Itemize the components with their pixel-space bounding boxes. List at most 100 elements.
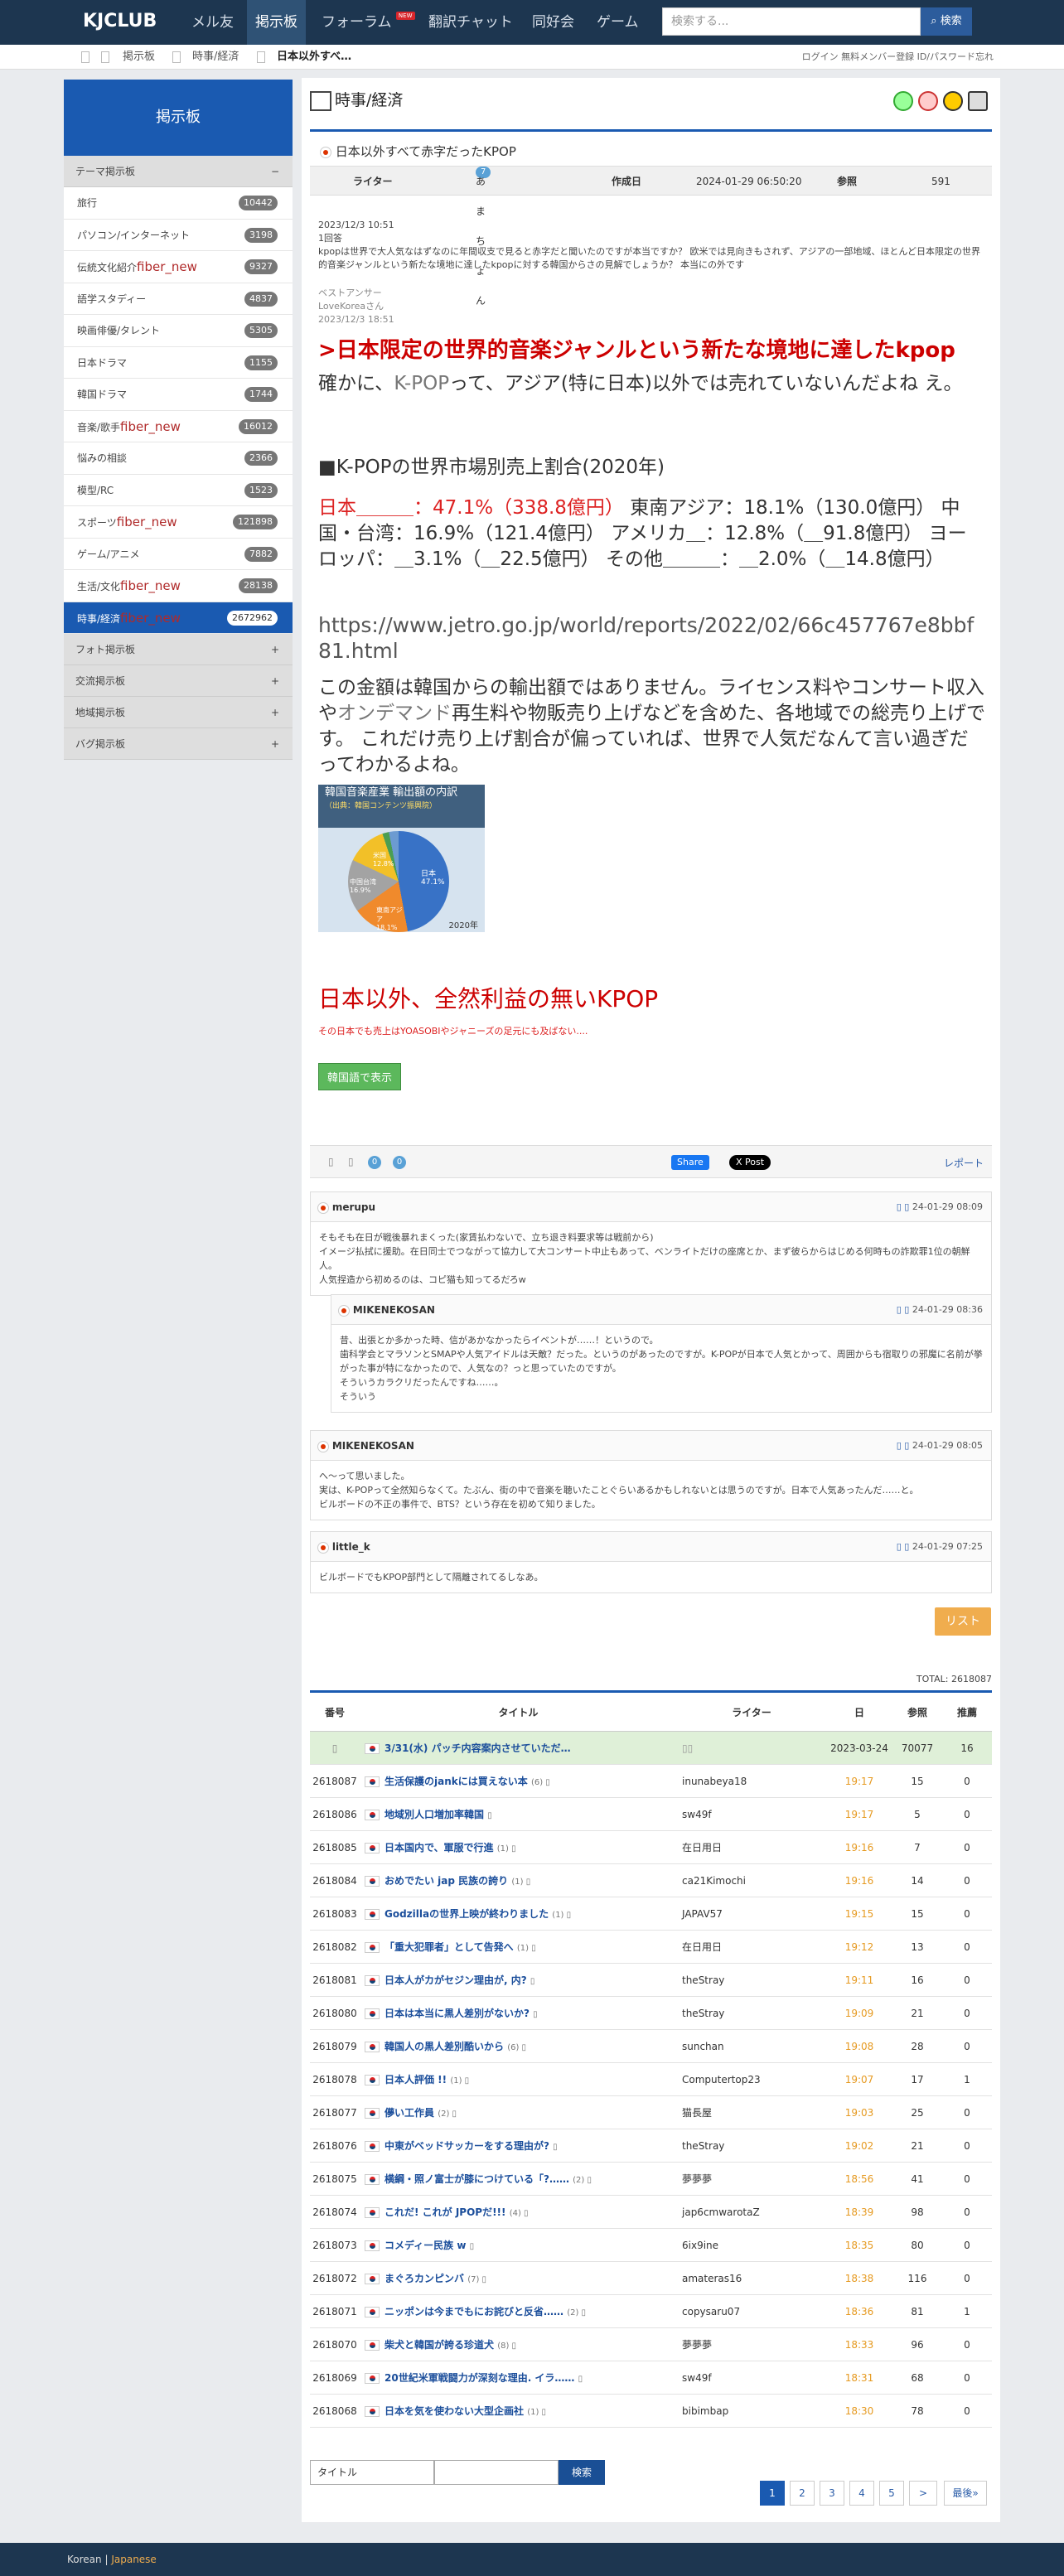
row-title[interactable]: ニッポンは今までもにお詫びと反省…… (2) ▯ [384,2294,677,2328]
nav-game[interactable]: ゲーム [588,0,647,45]
sidebar-group[interactable]: 交流掲示板 + [64,665,293,697]
page-link[interactable]: 2 [790,2481,815,2506]
row-writer[interactable]: sw49f [677,1797,826,1831]
sidebar-item[interactable]: スポーツfiber_new 121898 [64,506,293,539]
like-icon[interactable]: ▯ [328,1156,334,1167]
table-row[interactable]: 2618071 ニッポンは今までもにお詫びと反省…… (2) ▯ copysaru0… [310,2294,992,2328]
row-title[interactable]: まぐろカンピンバ (7) ▯ [384,2261,677,2295]
sidebar-item[interactable]: 映画俳優/タレント 5305 [64,315,293,347]
sidebar-group[interactable]: バグ掲示板 + [64,728,293,760]
breadcrumb-board[interactable]: 掲示板 [123,45,155,70]
row-writer[interactable]: 夢夢夢 [677,2327,826,2361]
row-writer[interactable]: copysaru07 [677,2294,826,2328]
search-input[interactable]: 検索する... [662,7,921,36]
row-writer[interactable]: 在日用日 [677,1830,826,1864]
search-type-select[interactable]: タイトル [310,2460,434,2485]
list-button[interactable]: リスト [935,1607,991,1636]
row-writer[interactable]: bibimbap [677,2394,826,2428]
nav-board[interactable]: 掲示板 [247,0,306,45]
page-link[interactable]: 5 [879,2481,904,2506]
sidebar-group[interactable]: フォト掲示板 + [64,634,293,665]
comment-action-icons[interactable]: ▯ ▯ [897,1304,912,1315]
sidebar-group-theme[interactable]: テーマ掲示板 − [64,156,293,187]
row-title[interactable]: 横綱・照ノ富士が膝につけている「?…… (2) ▯ [384,2162,677,2196]
table-row[interactable]: 2618070 柴犬と韓国が誇る珍道犬 (8) ▯ 夢夢夢 18:33 96 0 [310,2327,992,2361]
table-row[interactable]: 2618078 日本人評価 !! (1) ▯ Computertop23 19:07 1… [310,2062,992,2096]
sidebar-item[interactable]: ゲーム/アニメ 7882 [64,538,293,570]
sidebar-item[interactable]: 模型/RC 1523 [64,474,293,506]
sidebar-item[interactable]: 韓国ドラマ 1744 [64,379,293,411]
row-title[interactable]: Godzillaの世界上映が終わりました (1) ▯ [384,1897,677,1931]
korean-view-button[interactable]: 韓国語で表示 [318,1063,402,1090]
table-row[interactable]: 2618073 コメディー民族 w ▯ 6ix9ine 18:35 80 0 [310,2228,992,2262]
row-title[interactable]: 日本を気を使わない大型企画社 (1) ▯ [384,2394,677,2428]
table-row[interactable]: 2618081 日本人がカがセジン理由が, 内? ▯ theStray 19:11 16… [310,1963,992,1997]
comment-action-icons[interactable]: ▯ ▯ [897,1201,912,1212]
lang-japanese[interactable]: Japanese [111,2554,157,2565]
row-writer[interactable]: 夢夢夢 [677,2162,826,2196]
table-row[interactable]: 2618086 地域別人口増加率韓国 ▯ sw49f 19:17 5 0 [310,1797,992,1831]
table-row[interactable]: ▯ 3/31(水) パッチ内容案内させていただ… ▯▯ 2023-03-24 70077… [310,1731,992,1765]
table-row[interactable]: 2618077 儚い工作員 (2) ▯ 猫長屋 19:03 25 0 [310,2095,992,2129]
sidebar-item[interactable]: 時事/経済fiber_new 2672962 [64,602,293,634]
row-title[interactable]: 「重大犯罪者」として告発へ (1) ▯ [384,1930,677,1964]
sidebar-item[interactable]: 音楽/歌手fiber_new 16012 [64,410,293,442]
table-row[interactable]: 2618076 中東がベッドサッカーをする理由が? ▯ theStray 19:02 2… [310,2129,992,2163]
row-writer[interactable]: JAPAV57 [677,1897,826,1931]
page-link[interactable]: 最後» [944,2481,987,2506]
row-writer[interactable]: sunchan [677,2029,826,2063]
row-writer[interactable]: amateras16 [677,2261,826,2295]
angry-icon[interactable] [918,91,938,111]
row-writer[interactable]: sw49f [677,2361,826,2395]
nav-translate-chat[interactable]: 翻訳チャット [420,0,521,45]
row-writer[interactable]: theStray [677,2129,826,2163]
sidebar-item[interactable]: 語学スタディー 4837 [64,283,293,315]
row-title[interactable]: 韓国人の黒人差別酷いから (6) ▯ [384,2029,677,2063]
row-title[interactable]: 日本は本当に黒人差別がないか? ▯ [384,1996,677,2030]
search-button[interactable]: ⌕ 検索 [921,7,972,36]
table-row[interactable]: 2618072 まぐろカンピンバ (7) ▯ amateras16 18:38 116 0 [310,2261,992,2295]
row-title[interactable]: これだ! これが JPOPだ!!! (4) ▯ [384,2195,677,2229]
row-writer[interactable]: Computertop23 [677,2062,826,2096]
report-link[interactable]: レポート [944,1156,984,1170]
table-row[interactable]: 2618087 生活保護のjankには買えない本 (6) ▯ inunabeya18… [310,1764,992,1798]
row-title[interactable]: 日本人評価 !! (1) ▯ [384,2062,677,2096]
row-title[interactable]: コメディー民族 w ▯ [384,2228,677,2262]
row-title[interactable]: 日本国内で、軍服で行進 (1) ▯ [384,1830,677,1864]
sidebar-item[interactable]: パソコン/インターネット 3198 [64,219,293,251]
table-row[interactable]: 2618068 日本を気を使わない大型企画社 (1) ▯ bibimbap 18:30… [310,2394,992,2428]
row-writer[interactable]: ▯▯ [677,1731,826,1765]
page-link[interactable]: 4 [849,2481,874,2506]
sidebar-group[interactable]: 地域掲示板 + [64,697,293,728]
row-title[interactable]: 中東がベッドサッカーをする理由が? ▯ [384,2129,677,2163]
page-link[interactable]: 3 [820,2481,844,2506]
row-writer[interactable]: inunabeya18 [677,1764,826,1798]
row-writer[interactable]: jap6cmwarotaZ [677,2195,826,2229]
dislike-icon[interactable]: ▯ [348,1156,354,1167]
user-icon[interactable] [968,91,988,111]
x-post-button[interactable]: X Post [729,1155,771,1170]
table-row[interactable]: 2618069 20世紀米軍戦闘力が深刻な理由. イラ…… ▯ sw49f 18:31… [310,2361,992,2395]
sidebar-item[interactable]: 生活/文化fiber_new 28138 [64,570,293,602]
board-search-input[interactable] [434,2460,559,2485]
row-title[interactable]: 生活保護のjankには買えない本 (6) ▯ [384,1764,677,1798]
table-row[interactable]: 2618074 これだ! これが JPOPだ!!! (4) ▯ jap6cmwaro… [310,2195,992,2229]
row-title[interactable]: おめでたい jap 民族の誇り (1) ▯ [384,1863,677,1897]
site-logo[interactable]: KJCLUB [83,11,157,31]
sidebar-item[interactable]: 日本ドラマ 1155 [64,346,293,379]
row-writer[interactable]: theStray [677,1963,826,1997]
board-search-button[interactable]: 検索 [559,2460,605,2485]
row-title[interactable]: 3/31(水) パッチ内容案内させていただ… [384,1731,677,1765]
table-row[interactable]: 2618085 日本国内で、軍服で行進 (1) ▯ 在日用日 19:16 7 0 [310,1830,992,1864]
nav-club[interactable]: 同好会 [524,0,583,45]
coin-icon[interactable] [943,91,963,111]
lang-korean[interactable]: Korean [67,2554,102,2565]
row-title[interactable]: 日本人がカがセジン理由が, 内? ▯ [384,1963,677,1997]
table-row[interactable]: 2618083 Godzillaの世界上映が終わりました (1) ▯ JAPAV57… [310,1897,992,1931]
table-row[interactable]: 2618079 韓国人の黒人差別酷いから (6) ▯ sunchan 19:08 28 0 [310,2029,992,2063]
row-title[interactable]: 儚い工作員 (2) ▯ [384,2095,677,2129]
page-link[interactable]: > [909,2481,937,2506]
table-row[interactable]: 2618084 おめでたい jap 民族の誇り (1) ▯ ca21Kimochi 1… [310,1863,992,1897]
source-link[interactable]: https://www.jetro.go.jp/world/reports/20… [318,612,985,664]
table-row[interactable]: 2618080 日本は本当に黒人差別がないか? ▯ theStray 19:09 21 0 [310,1996,992,2030]
